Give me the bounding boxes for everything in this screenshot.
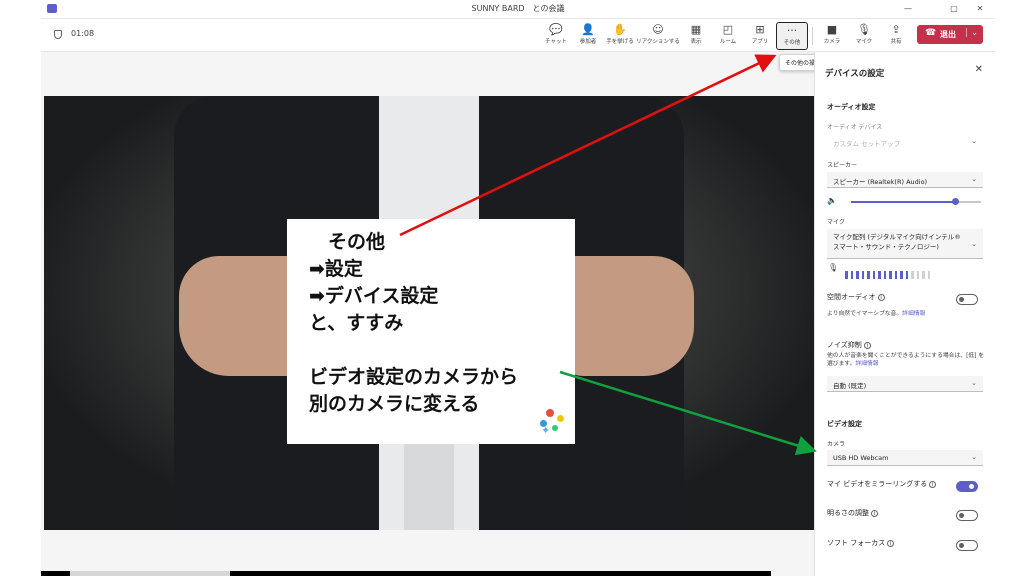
share-button[interactable]: ⇪ 共有	[880, 22, 912, 50]
chevron-down-icon: ⌄	[971, 379, 977, 387]
mic-level-bar	[845, 271, 848, 279]
speaker-mute-icon[interactable]: 🔈	[827, 196, 837, 205]
mic-level-bar	[900, 271, 903, 279]
view-icon: ▦	[690, 23, 702, 36]
bird-logo: ✦	[541, 424, 551, 437]
rooms-icon: ◰	[722, 23, 734, 36]
mic-level-bar	[883, 271, 886, 279]
mic-select[interactable]: マイク配列 (デジタルマイク向けインテル® スマート・サウンド・テクノロジー) ⌄	[827, 229, 983, 259]
speaker-label: スピーカー	[827, 162, 858, 169]
info-icon[interactable]: i	[863, 341, 871, 349]
logo-dot	[552, 425, 558, 431]
mic-level-bar	[894, 271, 897, 279]
participants-button[interactable]: 👤 参加者	[572, 22, 604, 50]
noise-suppression-label: ノイズ抑制 i	[827, 340, 871, 350]
brightness-toggle[interactable]	[956, 510, 978, 521]
mic-level-bar	[922, 271, 925, 279]
noise-suppression-select[interactable]: 自動 (既定) ⌄	[827, 376, 983, 392]
info-icon[interactable]: i	[871, 509, 878, 517]
mic-level-bar	[872, 271, 875, 279]
mic-level-meter	[845, 264, 933, 283]
title-bar: SUNNY BARD との会議 — ▢ ✕	[41, 0, 995, 19]
soft-focus-toggle[interactable]	[956, 540, 978, 551]
logo-dot	[546, 409, 554, 417]
chevron-down-icon: ⌄	[971, 240, 977, 248]
mic-level-bar	[905, 271, 908, 279]
hangup-icon: ☎	[925, 28, 937, 38]
panel-title: デバイスの設定	[825, 69, 885, 79]
chevron-down-icon: ⌄	[971, 453, 977, 461]
noise-learn-more-link[interactable]: 詳細情報	[855, 361, 878, 367]
more-button[interactable]: ··· その他	[776, 22, 808, 50]
mic-level-bar	[927, 271, 930, 279]
video-stage: その他 ➡設定 ➡デバイス設定 と、すすみ ビデオ設定のカメラから 別のカメラに…	[44, 96, 814, 530]
instruction-text: その他 ➡設定 ➡デバイス設定 と、すすみ ビデオ設定のカメラから 別のカメラに…	[309, 231, 519, 415]
chevron-down-icon: ⌄	[971, 175, 977, 183]
chat-button[interactable]: 💬 チャット	[540, 22, 572, 50]
chevron-down-icon: ⌄	[971, 137, 977, 145]
raise-hand-icon: ✋	[613, 23, 627, 36]
brightness-label: 明るさの調整 i	[827, 508, 878, 518]
camera-button[interactable]: ■ カメラ	[816, 22, 848, 50]
meeting-toolbar: 01:08 💬 チャット 👤 参加者 ✋ 手を挙げる ☺ リアクションする ▦ 表示 ◰ ル…	[41, 19, 995, 52]
info-icon[interactable]: i	[877, 293, 885, 301]
noise-description: 他の人が音楽を聞くことができるようにする場合は、[低] を選びます。詳細情報	[827, 353, 985, 367]
camera-select[interactable]: USB HD Webcam ⌄	[827, 450, 983, 466]
mic-icon: 🎙	[857, 23, 871, 36]
mic-level-bar	[878, 271, 881, 279]
close-icon[interactable]: ✕	[975, 64, 983, 75]
mic-level-bar	[911, 271, 914, 279]
audio-device-label: オーディオ デバイス	[827, 124, 883, 131]
mic-label: マイク	[827, 219, 845, 226]
speaker-volume-slider[interactable]	[851, 198, 981, 205]
logo-dot	[557, 415, 564, 422]
taskbar-highlight	[70, 571, 230, 576]
maximize-button[interactable]: ▢	[947, 2, 961, 15]
speaker-select[interactable]: スピーカー (Realtek(R) Audio) ⌄	[827, 172, 983, 188]
mic-level-bar	[856, 271, 859, 279]
reaction-button[interactable]: ☺ リアクションする	[636, 22, 680, 50]
meeting-timer: 01:08	[71, 29, 95, 38]
mic-level-bar	[861, 271, 864, 279]
raise-hand-button[interactable]: ✋ 手を挙げる	[604, 22, 636, 50]
audio-section-title: オーディオ設定	[827, 103, 876, 111]
reaction-icon: ☺	[652, 23, 664, 36]
more-icon: ···	[786, 24, 798, 37]
mirror-video-label: マイ ビデオをミラーリングする i	[827, 479, 937, 489]
teams-window: SUNNY BARD との会議 — ▢ ✕ 01:08 💬 チャット 👤 参加者 ✋…	[41, 0, 995, 576]
leave-button[interactable]: ☎ 退出 ⌄	[917, 25, 983, 44]
mirror-video-toggle[interactable]	[956, 481, 978, 492]
spatial-audio-toggle[interactable]	[956, 294, 978, 305]
mic-button[interactable]: 🎙 マイク	[848, 22, 880, 50]
camera-icon: ■	[826, 23, 838, 36]
audio-device-select: カスタム セットアップ ⌄	[827, 134, 983, 150]
video-section-title: ビデオ設定	[827, 420, 862, 428]
close-window-button[interactable]: ✕	[973, 2, 987, 15]
chevron-down-icon[interactable]: ⌄	[966, 28, 978, 37]
rooms-button[interactable]: ◰ ルーム	[712, 22, 744, 50]
info-icon[interactable]: i	[887, 539, 895, 547]
right-hand	[554, 256, 694, 376]
minimize-button[interactable]: —	[901, 2, 915, 15]
shield-icon	[54, 30, 62, 39]
mic-icon: 🎙	[828, 263, 839, 272]
instruction-card: その他 ➡設定 ➡デバイス設定 と、すすみ ビデオ設定のカメラから 別のカメラに…	[287, 219, 575, 444]
share-icon: ⇪	[891, 23, 901, 36]
info-icon[interactable]: i	[929, 480, 937, 488]
spatial-learn-more-link[interactable]: 詳細情報	[902, 311, 925, 317]
camera-label: カメラ	[827, 441, 846, 448]
mic-level-bar	[850, 271, 853, 279]
spatial-audio-description: より自然でイマーシブな音。詳細情報	[827, 311, 926, 317]
spatial-audio-label: 空間オーディオ i	[827, 292, 885, 302]
apps-icon: ⊞	[755, 23, 765, 36]
mic-level-bar	[916, 271, 919, 279]
window-title: SUNNY BARD との会議	[471, 4, 565, 13]
device-settings-panel: デバイスの設定 ✕ オーディオ設定 オーディオ デバイス カスタム セットアップ…	[814, 52, 995, 576]
mic-level-bar	[889, 271, 892, 279]
people-icon: 👤	[581, 23, 595, 36]
view-button[interactable]: ▦ 表示	[680, 22, 712, 50]
soft-focus-label: ソフト フォーカス i	[827, 538, 895, 548]
mic-level-bar	[867, 271, 870, 279]
chat-icon: 💬	[549, 23, 563, 36]
